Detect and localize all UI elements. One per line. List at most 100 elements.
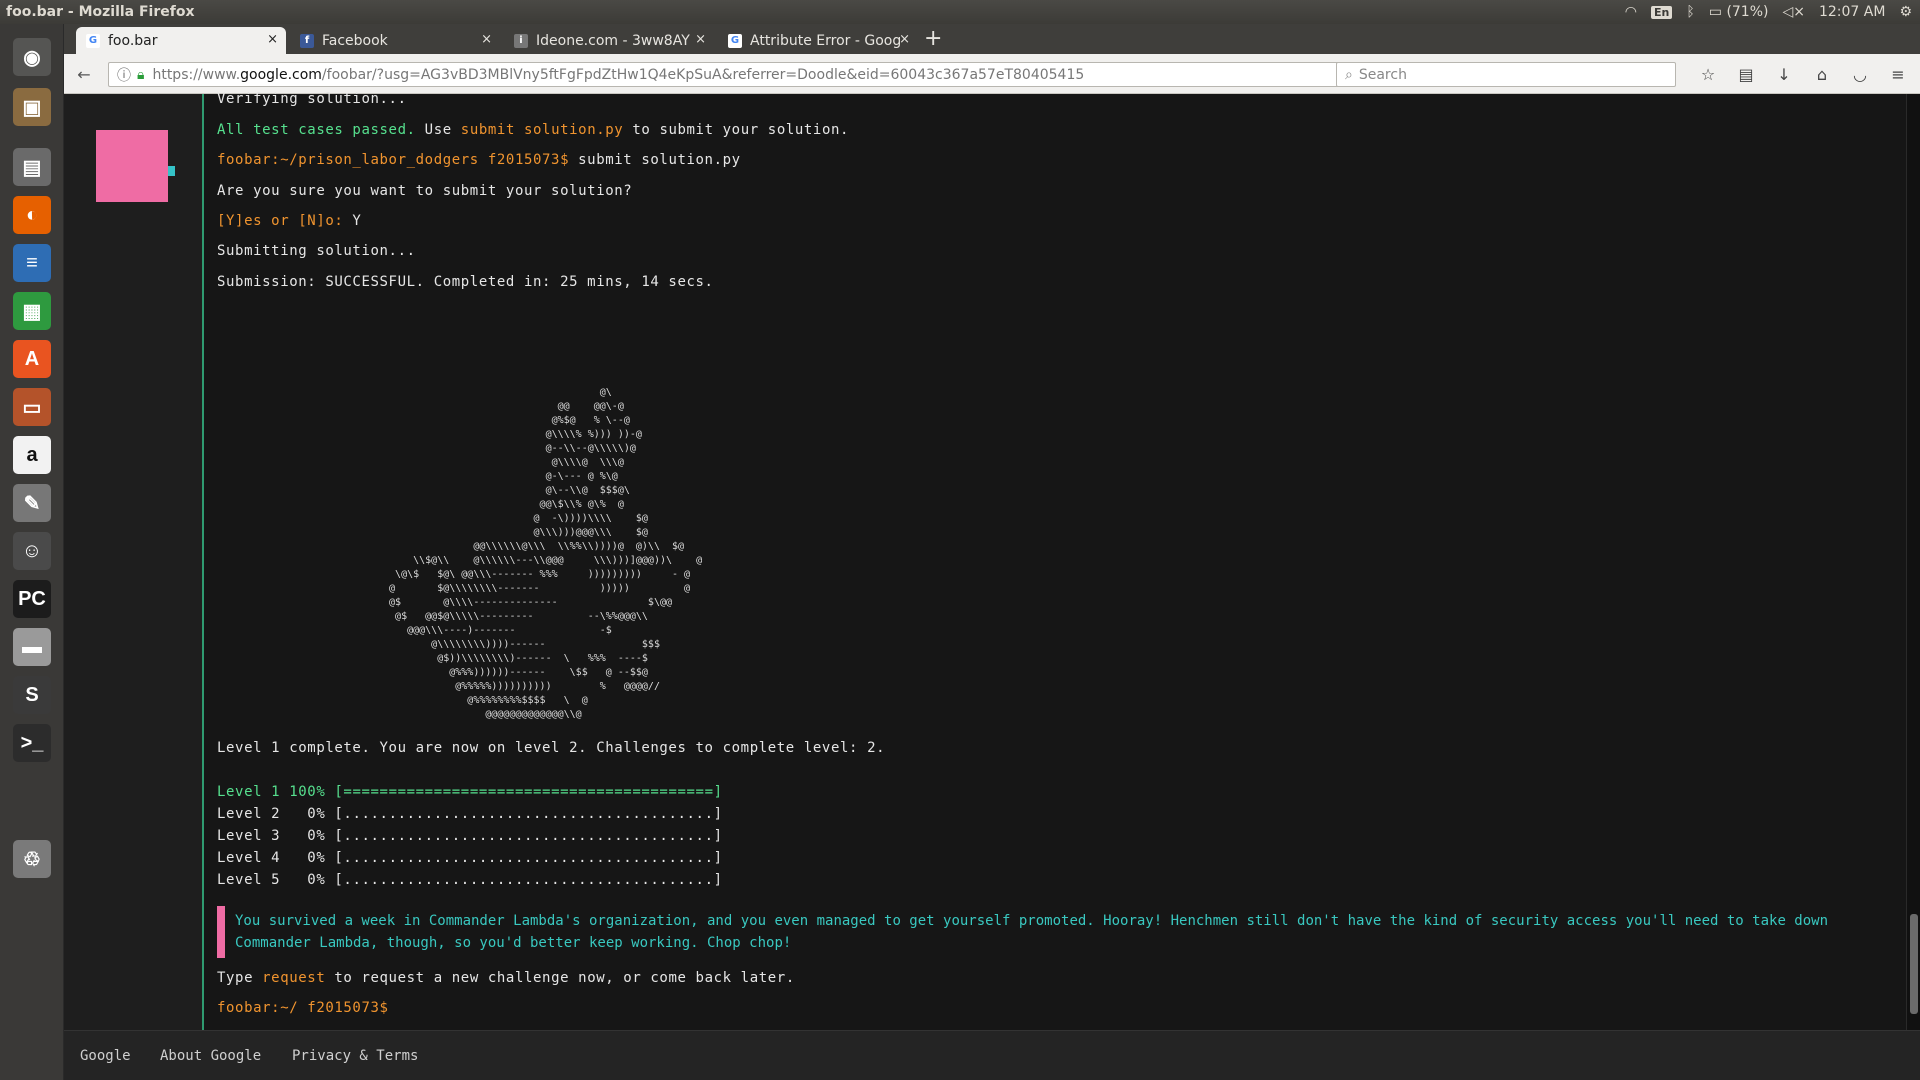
system-settings-launcher-button[interactable]: ✎ (7, 478, 57, 528)
page-footer: Google About Google Privacy & Terms (64, 1030, 1920, 1080)
file-manager-icon: ▤ (13, 148, 51, 186)
writer-launcher-button[interactable]: ≡ (7, 238, 57, 288)
url-bar[interactable]: ⓘ 🔒︎ https://www. google.com/foobar/?usg=… (108, 62, 1358, 87)
tab-attribute-error[interactable]: G Attribute Error - Googl × (718, 27, 918, 54)
amazon-launcher-button[interactable]: a (7, 430, 57, 480)
tab-label: Facebook (322, 32, 388, 49)
terminal-scrollbar[interactable] (1906, 94, 1920, 1030)
back-arrow-icon[interactable]: ← (72, 62, 96, 86)
disk-launcher-button[interactable]: ▬ (7, 622, 57, 672)
terminal-line: foobar:~/prison_labor_dodgers f2015073$ … (217, 152, 741, 168)
terminal-line: Submitting solution... (217, 243, 416, 259)
window-title: foo.bar - Mozilla Firefox (6, 4, 195, 20)
progress-bar: [.......................................… (334, 828, 723, 844)
progress-bar: [=======================================… (334, 784, 723, 800)
hamburger-menu-icon[interactable]: ≡ (1886, 62, 1910, 86)
volume-muted-icon[interactable]: ◁× (1782, 4, 1805, 20)
files-launcher-button[interactable]: ▣ (7, 82, 57, 132)
system-settings-icon: ✎ (13, 484, 51, 522)
footer-link-about[interactable]: About Google (160, 1048, 261, 1064)
bookmark-star-icon[interactable]: ☆ (1696, 62, 1720, 86)
tab-label: Attribute Error - Googl (750, 32, 900, 49)
level-progress-row: Level 1 100% [==========================… (217, 784, 723, 800)
tab-foobar[interactable]: G foo.bar × (76, 27, 286, 54)
home-icon[interactable]: ⌂ (1810, 62, 1834, 86)
battery-indicator[interactable]: ▭ (71%) (1709, 4, 1769, 20)
close-tab-icon[interactable]: × (695, 32, 706, 47)
terminal-input-line[interactable]: foobar:~/ f2015073$ (217, 1000, 389, 1016)
level-progress-row: Level 4 0% [............................… (217, 850, 723, 866)
wifi-icon[interactable]: ◠ (1625, 4, 1637, 20)
terminal-icon: >_ (13, 724, 51, 762)
level-progress-row: Level 2 0% [............................… (217, 806, 723, 822)
search-placeholder: Search (1358, 66, 1407, 83)
download-arrow-icon[interactable]: ↓ (1772, 62, 1796, 86)
session-gear-icon[interactable]: ⚙ (1899, 4, 1912, 20)
close-tab-icon[interactable]: × (267, 32, 278, 47)
system-top-panel: foo.bar - Mozilla Firefox ◠ En ᛒ ▭ (71%)… (0, 0, 1920, 24)
url-path: /foobar/?usg=AG3vBD3MBlVny5ftFgFpdZtHw1Q… (321, 66, 1085, 83)
close-tab-icon[interactable]: × (899, 32, 910, 47)
tab-ideone[interactable]: i Ideone.com - 3ww8AY × (504, 27, 714, 54)
bluetooth-icon[interactable]: ᛒ (1686, 4, 1694, 20)
battery-percent: (71%) (1726, 4, 1769, 20)
footer-link-privacy[interactable]: Privacy & Terms (292, 1048, 418, 1064)
ideone-favicon-icon: i (514, 33, 528, 48)
sublime-launcher-button[interactable]: S (7, 670, 57, 720)
story-callout: You survived a week in Commander Lambda'… (217, 906, 1907, 958)
progress-bar: [.......................................… (334, 850, 723, 866)
pidgin-icon: ☺ (13, 532, 51, 570)
prompt: foobar:~/ f2015073$ (217, 1000, 389, 1016)
callout-text: You survived a week in Commander Lambda'… (235, 913, 1829, 951)
request-command: request (262, 970, 326, 986)
callout-accent-bar (217, 906, 225, 958)
info-icon[interactable]: ⓘ (117, 65, 131, 85)
disk-icon: ▬ (13, 628, 51, 666)
navigation-toolbar: ← ⓘ 🔒︎ https://www. google.com/foobar/?us… (64, 54, 1920, 94)
level-progress-row: Level 5 0% [............................… (217, 872, 723, 888)
tab-label: Ideone.com - 3ww8AY (536, 32, 690, 49)
google-favicon-icon: G (86, 33, 100, 48)
trash-icon: ♲ (13, 840, 51, 878)
ubuntu-dash-launcher-button[interactable]: ◉ (7, 32, 57, 82)
progress-bar: [.......................................… (334, 872, 723, 888)
footer-link-google[interactable]: Google (80, 1048, 131, 1064)
prompt: foobar:~/prison_labor_dodgers f2015073$ (217, 152, 570, 168)
pidgin-launcher-button[interactable]: ☺ (7, 526, 57, 576)
impress-launcher-button[interactable]: ▭ (7, 382, 57, 432)
firefox-icon: ◐ (13, 196, 51, 234)
search-icon: ⌕ (1345, 66, 1353, 83)
google-favicon-icon: G (728, 33, 742, 48)
unity-launcher: ◉ ▣ ▤ ◐ ≡ ▦ A ▭ a ✎ ☺ PC ▬ S >_ ♲ (0, 24, 64, 1080)
terminal-line: Level 1 complete. You are now on level 2… (217, 740, 886, 756)
reading-list-icon[interactable]: ▤ (1734, 62, 1758, 86)
pocket-icon[interactable]: ◡ (1848, 62, 1872, 86)
clock[interactable]: 12:07 AM (1819, 4, 1885, 20)
new-tab-plus-icon[interactable]: + (924, 27, 942, 51)
blinking-cursor (168, 166, 175, 176)
close-tab-icon[interactable]: × (481, 32, 492, 47)
tab-facebook[interactable]: f Facebook × (290, 27, 500, 54)
scrollbar-thumb[interactable] (1910, 914, 1918, 1014)
software-center-launcher-button[interactable]: A (7, 334, 57, 384)
pycharm-icon: PC (13, 580, 51, 618)
terminal-launcher-button[interactable]: >_ (7, 718, 57, 768)
files-icon: ▣ (13, 88, 51, 126)
software-center-icon: A (13, 340, 51, 378)
terminal-line: Verifying solution... (217, 91, 407, 107)
terminal[interactable]: Verifying solution... All test cases pas… (217, 91, 1917, 1030)
calc-launcher-button[interactable]: ▦ (7, 286, 57, 336)
search-input[interactable]: ⌕ Search (1336, 62, 1676, 87)
keyboard-language-indicator[interactable]: En (1650, 5, 1673, 19)
firefox-launcher-button[interactable]: ◐ (7, 190, 57, 240)
progress-bar: [.......................................… (334, 806, 723, 822)
terminal-line: Submission: SUCCESSFUL. Completed in: 25… (217, 274, 714, 290)
trash-launcher-button[interactable]: ♲ (7, 834, 57, 884)
browser-tab-bar: G foo.bar × f Facebook × i Ideone.com - … (64, 24, 1920, 54)
pycharm-launcher-button[interactable]: PC (7, 574, 57, 624)
battery-icon: ▭ (1708, 4, 1722, 20)
file-manager-launcher-button[interactable]: ▤ (7, 142, 57, 192)
tab-label: foo.bar (108, 32, 158, 49)
system-tray: ◠ En ᛒ ▭ (71%) ◁× 12:07 AM ⚙ (1625, 0, 1912, 24)
terminal-line: All test cases passed. Use submit soluti… (217, 122, 850, 138)
